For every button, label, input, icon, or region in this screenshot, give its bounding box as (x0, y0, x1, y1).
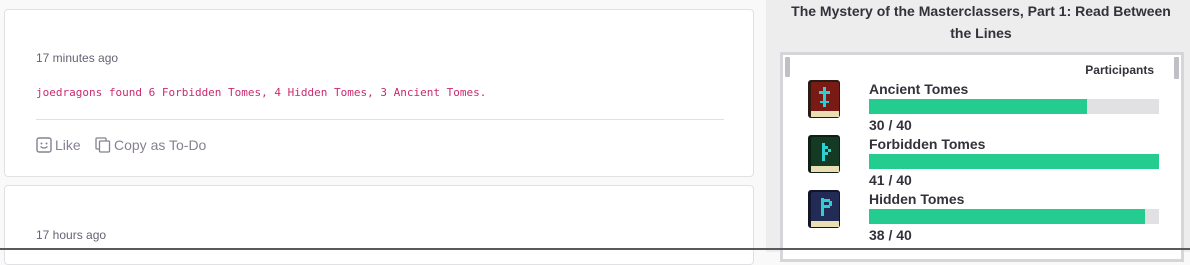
collect-item-count: 30 / 40 (869, 117, 912, 133)
window-bottom-edge (0, 248, 1190, 250)
participants-label: Participants (1085, 63, 1154, 77)
collect-progress-fill (869, 154, 1159, 169)
copy-label: Copy as To-Do (114, 137, 207, 153)
collect-progress-bar (869, 209, 1159, 224)
scrollbar-thumb[interactable] (1174, 57, 1179, 79)
quest-progress-box: Participants Ancient Tomes 30 / 40 Forbi… (780, 52, 1184, 262)
copy-as-todo-button[interactable]: Copy as To-Do (95, 137, 206, 153)
collect-item-name: Ancient Tomes (869, 81, 969, 97)
collect-progress-bar (869, 154, 1159, 169)
collect-progress-fill (869, 209, 1145, 224)
collect-item-name: Hidden Tomes (869, 191, 965, 207)
smiley-icon (36, 137, 55, 153)
chat-message-card: 17 minutes ago joedragons found 6 Forbid… (4, 9, 754, 177)
collect-item-name: Forbidden Tomes (869, 136, 986, 152)
collect-progress-fill (869, 99, 1087, 114)
message-timestamp: 17 hours ago (36, 228, 107, 242)
collect-item-count: 38 / 40 (869, 227, 912, 243)
forbidden-tome-icon (807, 134, 843, 181)
like-label: Like (55, 137, 81, 153)
quest-sidebar: The Mystery of the Masterclassers, Part … (766, 0, 1190, 262)
scroll-handle-left[interactable] (785, 57, 790, 77)
hidden-tome-icon (807, 189, 843, 236)
chat-message-card: 17 hours ago (4, 185, 754, 265)
ancient-tome-icon (807, 79, 843, 126)
copy-icon (95, 137, 114, 153)
collect-progress-bar (869, 99, 1159, 114)
like-button[interactable]: Like (36, 137, 81, 153)
message-timestamp: 17 minutes ago (36, 51, 119, 65)
quest-title: The Mystery of the Masterclassers, Part … (791, 3, 1171, 41)
system-message-text: joedragons found 6 Forbidden Tomes, 4 Hi… (36, 86, 487, 99)
card-divider (36, 119, 724, 120)
collect-item-count: 41 / 40 (869, 172, 912, 188)
